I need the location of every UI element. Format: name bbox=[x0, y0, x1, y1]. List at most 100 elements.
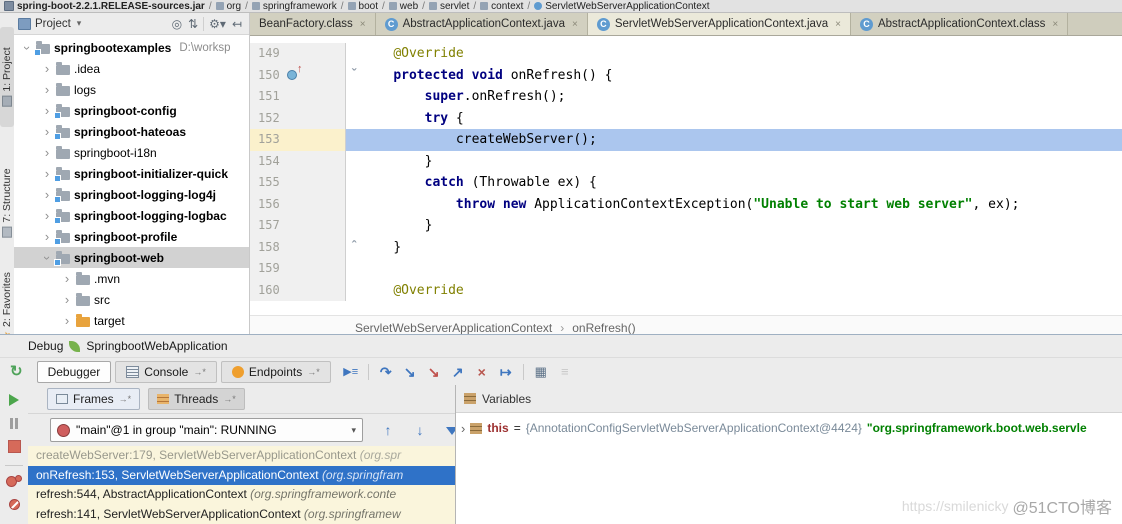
step-over-icon[interactable]: ↷ bbox=[374, 362, 398, 382]
editor-tab[interactable]: BeanFactory.class × bbox=[250, 13, 376, 35]
close-tab-icon[interactable]: × bbox=[835, 19, 841, 30]
thread-selector[interactable]: "main"@1 in group "main": RUNNING ▾ bbox=[50, 418, 363, 442]
stack-frame[interactable]: onRefresh:153, ServletWebServerApplicati… bbox=[28, 465, 455, 485]
stack-frame[interactable]: refresh:544, AbstractApplicationContext … bbox=[28, 485, 455, 505]
project-panel-title[interactable]: Project bbox=[35, 18, 71, 30]
project-tree-item[interactable]: › .idea bbox=[14, 58, 249, 79]
breadcrumb-item[interactable]: context bbox=[480, 1, 523, 12]
project-tree-item[interactable]: › springboot-hateoas bbox=[14, 121, 249, 142]
breadcrumb-item[interactable]: servlet bbox=[428, 1, 469, 12]
project-tree-item[interactable]: › .mvn bbox=[14, 268, 249, 289]
tree-chevron-icon[interactable]: › bbox=[42, 83, 52, 96]
run-to-cursor-icon[interactable]: ↦ bbox=[494, 362, 518, 382]
collapse-all-icon[interactable]: ⇅ bbox=[185, 17, 201, 31]
debug-tab-debugger[interactable]: Debugger bbox=[36, 361, 112, 383]
frame-up-icon[interactable]: ↑ bbox=[380, 420, 396, 440]
tree-chevron-icon[interactable]: › bbox=[42, 104, 52, 117]
breadcrumb-item[interactable]: ServletWebServerApplicationContext bbox=[534, 1, 710, 12]
frames-tab-frames[interactable]: Frames →* bbox=[47, 388, 141, 410]
module-folder-icon bbox=[54, 229, 70, 245]
tree-chevron-icon[interactable]: › bbox=[42, 188, 52, 201]
hide-panel-icon[interactable]: ↤ bbox=[229, 17, 245, 31]
project-tree-item[interactable]: › src bbox=[14, 289, 249, 310]
tool-window-button[interactable]: 1: Project bbox=[0, 27, 14, 127]
show-execution-point-icon[interactable]: ▶≡ bbox=[339, 362, 363, 382]
editor-tab[interactable]: AbstractApplicationContext.java× bbox=[375, 13, 588, 35]
expand-chevron-icon[interactable]: › bbox=[461, 421, 465, 436]
override-method-icon bbox=[287, 64, 303, 81]
project-tree-item[interactable]: › springboot-i18n bbox=[14, 142, 249, 163]
tree-chevron-icon[interactable]: › bbox=[42, 125, 52, 138]
tree-chevron-icon[interactable]: › bbox=[62, 293, 72, 306]
chevron-down-icon[interactable]: ▾ bbox=[351, 425, 356, 436]
tree-chevron-icon[interactable]: › bbox=[42, 230, 52, 243]
tree-item-label: src bbox=[94, 292, 110, 307]
drop-frame-icon[interactable]: × bbox=[470, 362, 494, 382]
debug-tab-console[interactable]: Console →* bbox=[115, 361, 217, 383]
settings-gear-icon[interactable]: ⚙▾ bbox=[206, 17, 229, 31]
breadcrumb-item[interactable]: org bbox=[215, 0, 242, 12]
debug-tab-endpoints[interactable]: Endpoints →* bbox=[220, 361, 331, 383]
tree-chevron-icon[interactable]: › bbox=[20, 43, 35, 53]
project-tree-item[interactable]: › springboot-profile bbox=[14, 226, 249, 247]
project-tree-item[interactable]: › springboot-initializer-quick bbox=[14, 163, 249, 184]
tree-chevron-icon[interactable]: › bbox=[42, 62, 52, 75]
code-line: 156 throw new ApplicationContextExceptio… bbox=[250, 193, 1122, 215]
stack-frame[interactable]: createWebServer:179, ServletWebServerApp… bbox=[28, 446, 455, 466]
fold-marker-icon[interactable]: ˇ bbox=[346, 65, 362, 87]
close-tab-icon[interactable]: × bbox=[360, 19, 366, 30]
breadcrumb-item[interactable]: web bbox=[388, 1, 418, 12]
editor-tab[interactable]: AbstractApplicationContext.class× bbox=[850, 13, 1069, 35]
force-step-into-icon[interactable]: ↘ bbox=[422, 362, 446, 382]
breadcrumb-separator: / bbox=[527, 0, 531, 12]
project-tree-item[interactable]: › springboot-config bbox=[14, 100, 249, 121]
project-tree-item[interactable]: › target bbox=[14, 310, 249, 331]
stack-frame[interactable]: refresh:141, ServletWebServerApplication… bbox=[28, 505, 455, 524]
package-icon bbox=[347, 2, 356, 10]
chevron-down-icon[interactable]: ▾ bbox=[77, 18, 82, 29]
step-out-icon[interactable]: ↗ bbox=[446, 362, 470, 382]
view-breakpoints-icon[interactable] bbox=[4, 475, 24, 489]
fold-marker-icon[interactable]: ˆ bbox=[346, 237, 362, 259]
line-number: 157 bbox=[258, 218, 280, 232]
editor-tab[interactable]: ServletWebServerApplicationContext.java× bbox=[587, 13, 851, 35]
trace-stream-icon[interactable]: ≡ bbox=[553, 362, 577, 382]
tree-chevron-icon[interactable]: › bbox=[42, 209, 52, 222]
debug-side-toolbar bbox=[0, 385, 29, 524]
project-tree-item[interactable]: › logs bbox=[14, 79, 249, 100]
step-into-icon[interactable]: ↘ bbox=[398, 362, 422, 382]
tree-chevron-icon[interactable]: › bbox=[62, 314, 72, 327]
tree-chevron-icon[interactable]: › bbox=[42, 167, 52, 180]
breadcrumb-label: org bbox=[226, 0, 242, 12]
close-tab-icon[interactable]: × bbox=[572, 19, 578, 30]
project-tree-item[interactable]: › springboot-logging-logbac bbox=[14, 205, 249, 226]
frames-tab-threads[interactable]: Threads →* bbox=[148, 388, 245, 410]
pause-icon[interactable] bbox=[4, 417, 24, 431]
project-tree-item[interactable]: › springboot-logging-log4j bbox=[14, 184, 249, 205]
project-tree-item[interactable]: › springboot-web bbox=[14, 247, 249, 268]
editor-area[interactable]: BeanFactory.class×AbstractApplicationCon… bbox=[250, 13, 1122, 341]
rerun-icon[interactable]: ↻ bbox=[10, 363, 23, 380]
breadcrumb-method[interactable]: onRefresh() bbox=[572, 321, 635, 335]
variable-row[interactable]: › this = {AnnotationConfigServletWebServe… bbox=[456, 417, 1122, 439]
project-tree-item[interactable]: › springbootexamples D:\worksp bbox=[14, 37, 249, 58]
code-editor[interactable]: 149 @Override150ˇ protected void onRefre… bbox=[250, 36, 1122, 315]
breadcrumb-item[interactable]: boot bbox=[347, 1, 378, 12]
stop-icon[interactable] bbox=[4, 440, 24, 455]
breadcrumb-item[interactable]: spring-boot-2.2.1.RELEASE-sources.jar bbox=[4, 1, 205, 12]
locate-icon[interactable]: ◎ bbox=[169, 17, 185, 31]
evaluate-expression-icon[interactable]: ▦ bbox=[529, 362, 553, 382]
close-tab-icon[interactable]: × bbox=[1052, 19, 1058, 30]
tree-chevron-icon[interactable]: › bbox=[62, 272, 72, 285]
tool-window-button[interactable]: 7: Structure bbox=[0, 149, 14, 257]
frame-down-icon[interactable]: ↓ bbox=[412, 420, 428, 440]
resume-icon[interactable] bbox=[4, 394, 24, 408]
editor-tab-bar: BeanFactory.class×AbstractApplicationCon… bbox=[250, 13, 1122, 36]
tree-chevron-icon[interactable]: › bbox=[40, 253, 55, 263]
breadcrumb-item[interactable]: springframework bbox=[251, 1, 337, 12]
mute-breakpoints-icon[interactable] bbox=[4, 498, 24, 512]
tree-chevron-icon[interactable]: › bbox=[42, 146, 52, 159]
breadcrumb-label: spring-boot-2.2.1.RELEASE-sources.jar bbox=[17, 0, 205, 12]
breadcrumb-separator: / bbox=[382, 0, 385, 12]
breadcrumb-class[interactable]: ServletWebServerApplicationContext bbox=[355, 321, 552, 335]
